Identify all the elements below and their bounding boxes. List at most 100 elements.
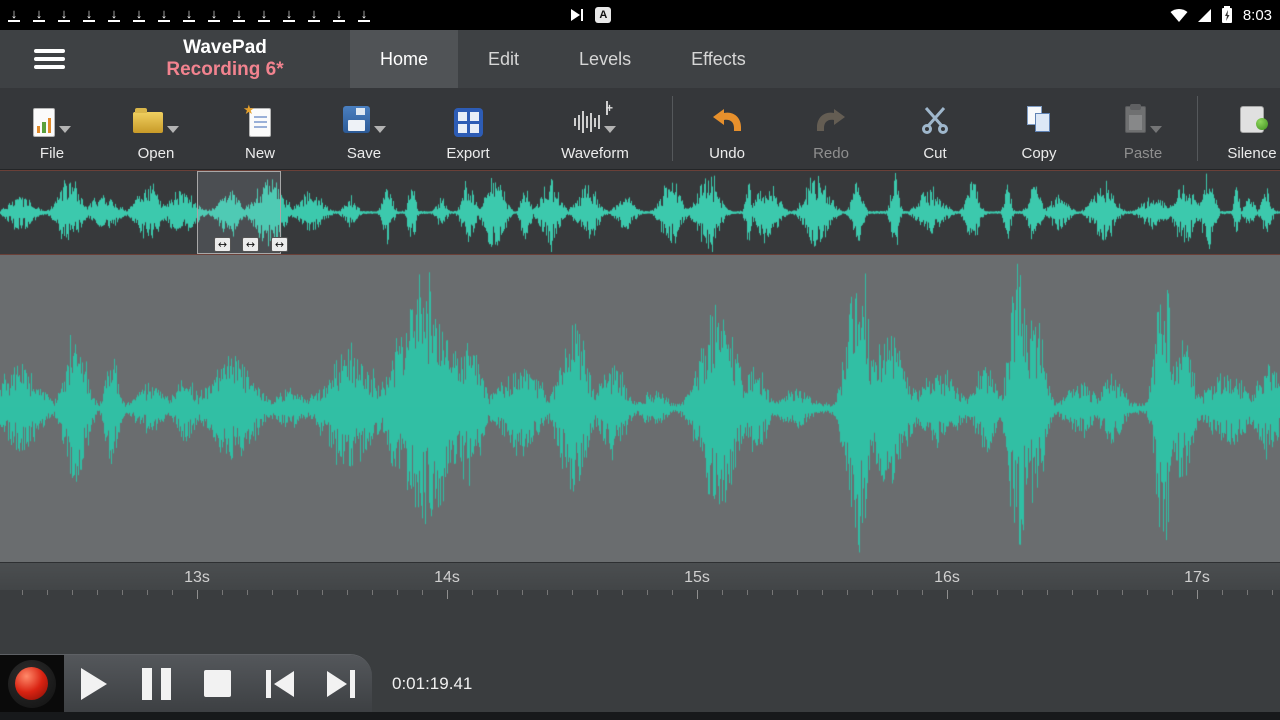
ruler-label: 17s [1184,569,1210,587]
toolbar-item-label: Redo [813,145,849,162]
ruler-label: 13s [184,569,210,587]
chevron-down-icon [374,126,386,133]
toolbar-item-label: Open [138,145,175,162]
open-button[interactable]: Open [104,88,208,169]
ruler-tick [72,590,73,595]
overview-waveform-canvas[interactable] [0,171,1280,254]
redo-icon [815,108,847,137]
ruler-tick [147,590,148,595]
toolbar: File Open ★NewSaveExport+Waveform Undo Redo C… [0,88,1280,170]
toolbar-separator [1197,96,1198,161]
tab-home[interactable]: Home [350,30,458,88]
ruler-tick [372,590,373,595]
app-title: WavePad [183,37,267,59]
ruler-tick [947,590,948,599]
pause-button[interactable] [125,655,187,712]
new-button[interactable]: ★New [208,88,312,169]
download-icon: ↓ [308,8,320,22]
copy-icon [1027,106,1051,138]
save-button[interactable]: Save [312,88,416,169]
redo-button[interactable]: Redo [779,88,883,169]
clock: 8:03 [1243,7,1272,24]
toolbar-item-label: Cut [923,145,946,162]
document-title: Recording 6* [166,59,283,81]
tab-levels[interactable]: Levels [549,30,661,88]
selection-handle[interactable]: ↔ [242,237,259,252]
previous-icon [266,670,294,698]
next-button[interactable] [310,655,372,712]
ruler-tick [647,590,648,595]
ruler-tick [447,590,448,599]
tab-effects[interactable]: Effects [661,30,776,88]
file-button[interactable]: File [0,88,104,169]
transport-bar [0,655,372,712]
toolbar-item-label: Undo [709,145,745,162]
ruler-tick [1172,590,1173,595]
record-button[interactable] [0,655,64,712]
ruler-tick [872,590,873,595]
paste-button[interactable]: Paste [1091,88,1195,169]
battery-icon [1222,8,1232,23]
waveform-button[interactable]: +Waveform [520,88,670,169]
download-icon: ↓ [358,8,370,22]
file-icon [33,108,55,137]
chevron-down-icon [604,126,616,133]
ruler-tick [847,590,848,595]
ruler-tick [272,590,273,595]
play-next-icon [571,9,583,21]
download-icon: ↓ [8,8,20,22]
ruler-tick [172,590,173,595]
paste-icon [1125,106,1146,138]
selection-region[interactable] [197,171,281,254]
selection-handle[interactable]: ↔ [271,237,288,252]
ruler-tick [197,590,198,599]
selection-handle[interactable]: ↔ [214,237,231,252]
silence-icon [1240,106,1264,138]
ruler-tick [1122,590,1123,595]
ruler-tick [22,590,23,595]
ruler-tick [1197,590,1198,599]
download-icon: ↓ [33,8,45,22]
ruler-tick [897,590,898,595]
main-waveform-area [0,255,1280,562]
toolbar-item-label: Waveform [561,145,629,162]
ruler-tick [1047,590,1048,595]
download-icon: ↓ [208,8,220,22]
ruler-tick [47,590,48,595]
stop-icon [204,670,231,697]
cut-button[interactable]: Cut [883,88,987,169]
app-header: WavePad Recording 6* HomeEditLevelsEffec… [0,30,1280,88]
ruler-label: 15s [684,569,710,587]
ruler-tick [1222,590,1223,595]
stop-button[interactable] [187,655,249,712]
new-icon: ★ [249,108,271,137]
save-icon [343,106,370,138]
ruler-tick [972,590,973,595]
ruler-tick [997,590,998,595]
ruler-tick [1147,590,1148,595]
play-button[interactable] [64,655,126,712]
download-icon: ↓ [108,8,120,22]
download-icon: ↓ [283,8,295,22]
header-tabs: HomeEditLevelsEffects [350,30,776,88]
next-icon [327,670,355,698]
download-icon: ↓ [58,8,70,22]
copy-button[interactable]: Copy [987,88,1091,169]
ruler-tick [1097,590,1098,595]
undo-button[interactable]: Undo [675,88,779,169]
previous-button[interactable] [249,655,311,712]
ruler-tick [772,590,773,595]
status-download-icons: ↓↓↓↓↓↓↓↓↓↓↓↓↓↓↓ [8,8,565,22]
download-icon: ↓ [133,8,145,22]
silence-button[interactable]: Silence [1200,88,1280,169]
main-waveform-canvas[interactable] [0,255,1280,562]
toolbar-separator [672,96,673,161]
ruler-tick [122,590,123,595]
download-icon: ↓ [158,8,170,22]
export-button[interactable]: Export [416,88,520,169]
menu-button[interactable] [0,30,100,88]
download-icon: ↓ [183,8,195,22]
ruler-tick [597,590,598,595]
ruler-tick [622,590,623,595]
tab-edit[interactable]: Edit [458,30,549,88]
